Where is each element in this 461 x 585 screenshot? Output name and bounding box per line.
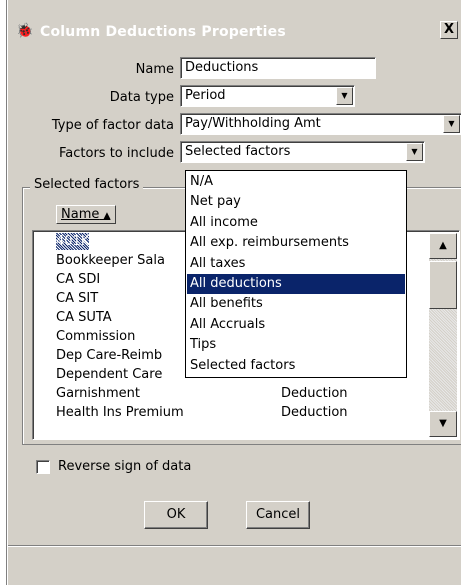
list-item-name: Health Ins Premium (56, 405, 184, 420)
factor-type-value: Pay/Withholding Amt (185, 116, 321, 131)
ok-button[interactable]: OK (144, 501, 208, 529)
dropdown-option[interactable]: All benefits (187, 294, 405, 314)
scroll-thumb[interactable] (429, 261, 457, 309)
chevron-down-icon[interactable]: ▼ (443, 115, 460, 133)
name-input[interactable]: Deductions (180, 57, 376, 79)
list-item-name: Dependent Care (56, 367, 163, 382)
scroll-up-button[interactable]: ▲ (429, 233, 457, 259)
dropdown-option[interactable]: N/A (187, 172, 405, 192)
title-bar: 🐞 Column Deductions Properties X (8, 5, 461, 55)
reverse-sign-label: Reverse sign of data (58, 459, 192, 474)
properties-dialog: 🐞 Column Deductions Properties X Name De… (7, 0, 461, 585)
factors-include-label: Factors to include (59, 146, 174, 161)
background-window-edge (0, 0, 7, 585)
name-label: Name (135, 62, 174, 77)
list-item-name: 401K (56, 233, 90, 250)
list-item-name: Commission (56, 329, 136, 344)
list-item-name: CA SDI (56, 272, 101, 287)
list-item-type: Deduction (281, 386, 348, 401)
factors-include-select[interactable]: Selected factors ▼ (180, 141, 425, 163)
list-item-name: Garnishment (56, 386, 141, 401)
ok-button-label: OK (166, 507, 186, 522)
list-item-type: Deduction (281, 405, 348, 420)
dropdown-option[interactable]: All deductions (187, 274, 405, 294)
data-type-select[interactable]: Period ▼ (180, 85, 355, 107)
factors-include-value: Selected factors (185, 144, 291, 159)
list-item[interactable]: Garnishment Deduction (56, 385, 426, 402)
reverse-sign-checkbox[interactable] (36, 460, 50, 474)
vertical-scrollbar[interactable]: ▲ ▼ (429, 233, 457, 437)
window-title: Column Deductions Properties (40, 24, 286, 40)
close-button[interactable]: X (440, 21, 458, 39)
chevron-down-icon[interactable]: ▼ (336, 87, 353, 105)
dropdown-option[interactable]: All exp. reimbursements (187, 233, 405, 253)
name-column-header[interactable]: Name ▲ (56, 205, 116, 224)
cancel-button-label: Cancel (255, 507, 301, 522)
list-item-name: CA SUTA (56, 310, 112, 325)
data-type-value: Period (185, 88, 226, 103)
status-bar (8, 545, 461, 585)
data-type-label: Data type (109, 90, 174, 105)
chevron-down-icon[interactable]: ▼ (406, 143, 423, 161)
factor-type-label: Type of factor data (51, 118, 174, 133)
app-icon: 🐞 (16, 23, 34, 39)
dropdown-option[interactable]: All Accruals (187, 315, 405, 335)
sort-up-icon: ▲ (103, 211, 111, 221)
dropdown-option[interactable]: Net pay (187, 192, 405, 212)
list-item[interactable]: Health Ins Premium Deduction (56, 404, 426, 421)
list-item-name: CA SIT (56, 291, 99, 306)
list-item-name: Bookkeeper Sala (56, 253, 165, 268)
dropdown-option[interactable]: Selected factors (187, 356, 405, 376)
dropdown-option[interactable]: Tips (187, 335, 405, 355)
factor-type-select[interactable]: Pay/Withholding Amt ▼ (180, 113, 461, 135)
factors-include-dropdown-list[interactable]: N/A Net pay All income All exp. reimburseme… (185, 170, 407, 378)
column-header-label: Name (61, 207, 100, 222)
scroll-down-button[interactable]: ▼ (429, 411, 457, 437)
group-title: Selected factors (30, 177, 144, 192)
cancel-button[interactable]: Cancel (246, 501, 310, 529)
dropdown-option[interactable]: All income (187, 213, 405, 233)
dropdown-option[interactable]: All taxes (187, 254, 405, 274)
list-item-name: Dep Care-Reimb (56, 348, 163, 363)
